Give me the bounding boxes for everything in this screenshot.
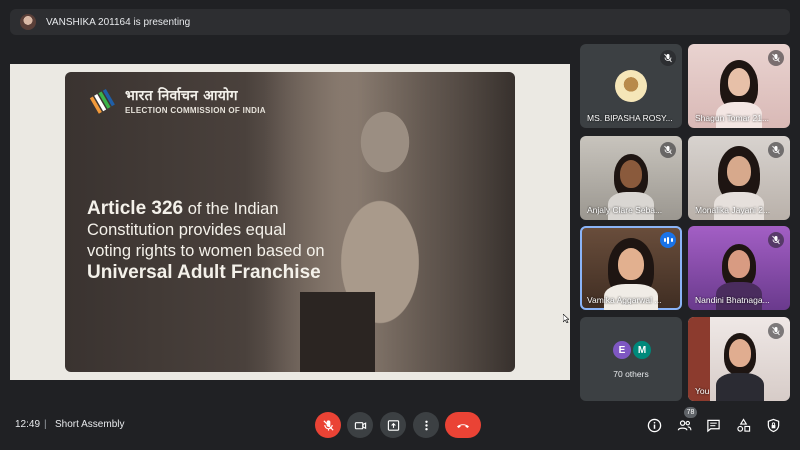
present-screen-icon: [387, 419, 399, 431]
presenter-avatar: [20, 14, 36, 30]
others-count: 70 others: [613, 369, 649, 379]
meet-window: VANSHIKA 201164 is presenting भारत निर्व…: [0, 0, 800, 450]
activities-button[interactable]: [734, 416, 752, 434]
participant-name: Shagun Tomar 21...: [695, 113, 770, 123]
speaking-indicator-icon: [660, 232, 676, 248]
presenting-banner: VANSHIKA 201164 is presenting: [10, 9, 790, 35]
participant-name: MS. BIPASHA ROSY...: [587, 113, 673, 123]
mic-off-icon: [322, 419, 334, 431]
participant-tile-active-speaker[interactable]: Vamika Aggarwal ...: [580, 226, 682, 310]
activities-icon: [736, 417, 750, 432]
eci-english-name: ELECTION COMMISSION OF INDIA: [125, 106, 266, 115]
meeting-title: Short Assembly: [55, 419, 125, 430]
host-controls-button[interactable]: [764, 416, 782, 434]
participant-tile[interactable]: Anjaly Clare Seba...: [580, 136, 682, 220]
mic-off-icon: [660, 142, 676, 158]
presentation-stage[interactable]: भारत निर्वाचन आयोग ELECTION COMMISSION O…: [10, 64, 570, 380]
mic-toggle-button[interactable]: [315, 412, 341, 438]
slide-line-3: voting rights to women based on: [87, 242, 325, 260]
camera-icon: [354, 421, 366, 429]
mic-off-icon: [768, 50, 784, 66]
eci-hindi-name: भारत निर्वाचन आयोग: [125, 88, 238, 104]
camera-toggle-button[interactable]: [347, 412, 373, 438]
participant-name: You: [695, 386, 710, 396]
more-vert-icon: [424, 420, 428, 430]
participant-face: [727, 156, 751, 186]
participant-name: Vamika Aggarwal ...: [587, 295, 662, 305]
self-tile[interactable]: You: [688, 317, 790, 401]
others-avatars: E M: [613, 341, 651, 359]
more-options-button[interactable]: [413, 412, 439, 438]
mic-off-icon: [660, 50, 676, 66]
meeting-details-button[interactable]: [645, 416, 663, 434]
mic-off-icon: [768, 232, 784, 248]
slide-line-1: of the Indian: [183, 200, 279, 218]
mic-off-icon: [768, 142, 784, 158]
participant-tile[interactable]: Nandini Bhatnaga...: [688, 226, 790, 310]
participant-tile[interactable]: Shagun Tomar 21...: [688, 44, 790, 128]
ballot-box-image: [300, 292, 375, 372]
mic-off-icon: [768, 323, 784, 339]
host-controls-icon: [767, 418, 779, 432]
avatar: M: [633, 341, 651, 359]
participant-name: Monalika Jayani 2...: [695, 205, 771, 215]
clock: 12:49: [15, 419, 41, 430]
slide-body-text: Article 326 of the Indian Constitution p…: [87, 198, 347, 283]
leave-call-button[interactable]: [445, 412, 481, 438]
people-icon: [677, 419, 691, 430]
chat-button[interactable]: [704, 416, 722, 434]
presenting-text: VANSHIKA 201164 is presenting: [46, 16, 191, 28]
participant-tile[interactable]: MS. BIPASHA ROSY...: [580, 44, 682, 128]
slide-line-4: Universal Adult Franchise: [87, 262, 321, 283]
presentation-slide: भारत निर्वाचन आयोग ELECTION COMMISSION O…: [65, 72, 515, 372]
participants-button[interactable]: [675, 416, 693, 434]
eci-logo-icon: [89, 88, 115, 114]
separator: |: [44, 419, 47, 430]
participant-avatar: [615, 70, 647, 102]
end-call-icon: [457, 424, 469, 428]
participant-name: Nandini Bhatnaga...: [695, 295, 770, 305]
article-number: Article 326: [87, 198, 184, 219]
info-icon: [647, 418, 661, 432]
slide-line-2: Constitution provides equal: [87, 221, 287, 239]
mouse-cursor-icon: [563, 314, 569, 323]
participant-face: [618, 248, 644, 280]
participant-face: [728, 68, 750, 96]
avatar: E: [613, 341, 631, 359]
participant-face: [729, 339, 751, 367]
present-now-button[interactable]: [380, 412, 406, 438]
participant-face: [728, 250, 750, 278]
participant-body: [716, 373, 764, 401]
participant-face: [620, 160, 642, 188]
others-tile[interactable]: E M 70 others: [580, 317, 682, 401]
participant-tile[interactable]: Monalika Jayani 2...: [688, 136, 790, 220]
chat-icon: [706, 419, 720, 432]
participant-name: Anjaly Clare Seba...: [587, 205, 663, 215]
participant-count-badge: 78: [684, 407, 697, 418]
